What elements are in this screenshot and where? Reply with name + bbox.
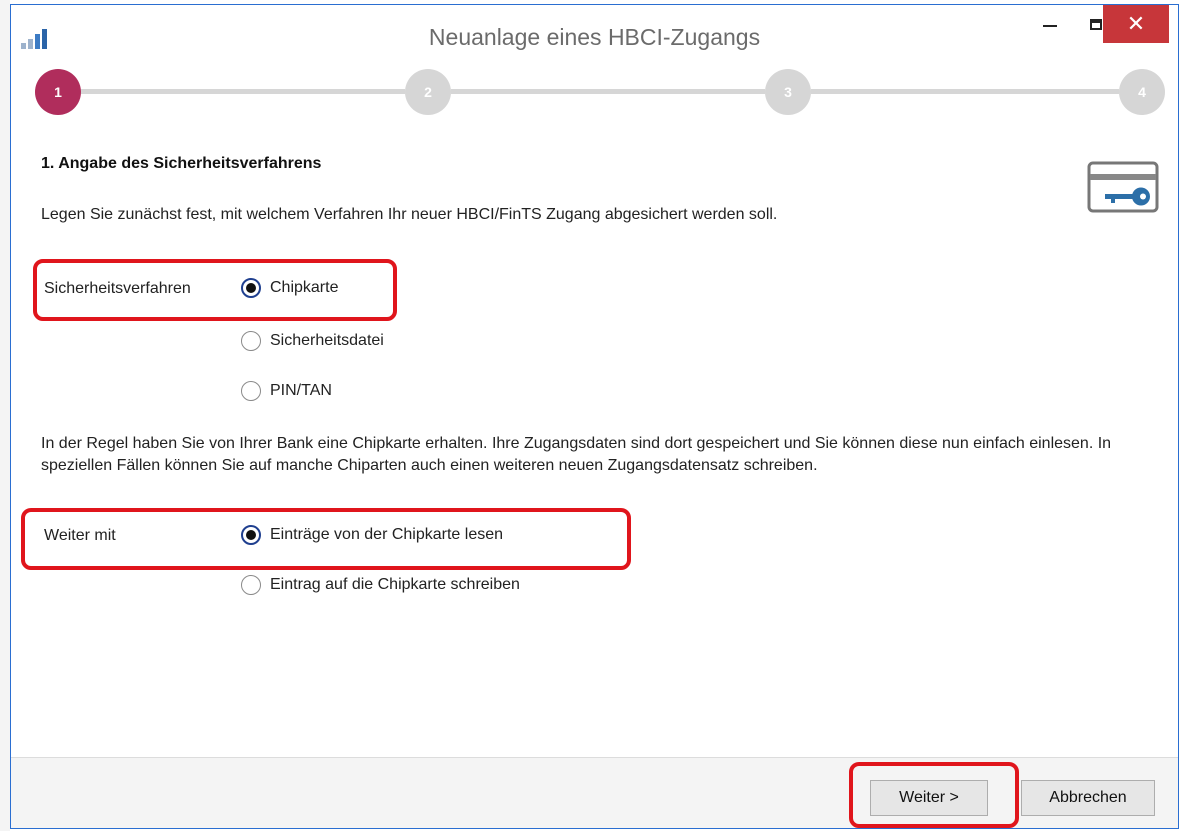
- step-3: 3: [765, 69, 811, 115]
- radio-pin-tan[interactable]: PIN/TAN: [241, 381, 332, 401]
- dialog-footer: Weiter > Abbrechen: [11, 757, 1178, 828]
- highlight-continue-with: [21, 508, 631, 570]
- radio-label: Eintrag auf die Chipkarte schreiben: [270, 576, 520, 593]
- security-card-icon: [1087, 161, 1159, 213]
- close-icon: ✕: [1126, 11, 1146, 36]
- section-heading: 1. Angabe des Sicherheitsverfahrens: [41, 155, 322, 172]
- background-window-edge: [0, 0, 10, 831]
- highlight-security-method: [33, 259, 397, 321]
- intro-text: Legen Sie zunächst fest, mit welchem Ver…: [41, 206, 778, 223]
- step-connector: [451, 89, 765, 94]
- minimize-icon: [1043, 25, 1057, 27]
- highlight-next-button: [849, 762, 1019, 828]
- window-title: Neuanlage eines HBCI-Zugangs: [428, 24, 761, 50]
- minimize-button[interactable]: [1027, 5, 1073, 43]
- close-button[interactable]: ✕: [1103, 5, 1169, 43]
- maximize-icon: [1090, 18, 1102, 30]
- cancel-button[interactable]: Abbrechen: [1021, 780, 1155, 816]
- dialog-window: Neuanlage eines HBCI-Zugangs ✕ 1 2 3 4 1…: [10, 4, 1179, 829]
- radio-sicherheitsdatei[interactable]: Sicherheitsdatei: [241, 331, 384, 351]
- step-2: 2: [405, 69, 451, 115]
- step-connector: [811, 89, 1119, 94]
- step-1: 1: [35, 69, 81, 115]
- radio-button[interactable]: [241, 575, 261, 595]
- radio-write-chipcard[interactable]: Eintrag auf die Chipkarte schreiben: [241, 575, 520, 595]
- step-indicator: 1 2 3 4: [35, 69, 1165, 115]
- step-connector: [81, 89, 405, 94]
- radio-label: PIN/TAN: [270, 382, 332, 399]
- info-paragraph: In der Regel haben Sie von Ihrer Bank ei…: [41, 435, 1112, 474]
- step-4: 4: [1119, 69, 1165, 115]
- radio-button[interactable]: [241, 331, 261, 351]
- radio-label: Sicherheitsdatei: [270, 332, 384, 349]
- radio-button[interactable]: [241, 381, 261, 401]
- title-bar[interactable]: Neuanlage eines HBCI-Zugangs ✕: [11, 5, 1178, 67]
